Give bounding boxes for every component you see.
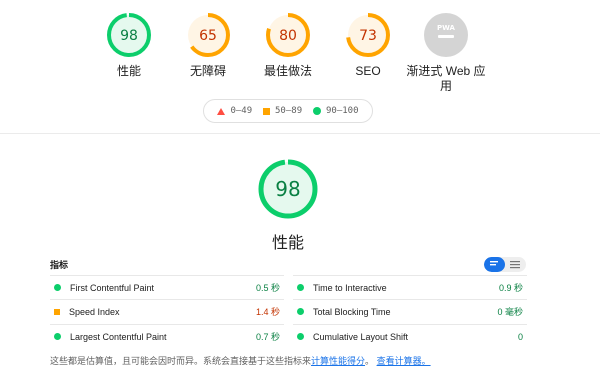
legend-average-range: 50–89 xyxy=(275,106,303,116)
seo-score: 73 xyxy=(359,28,377,44)
pass-dot-icon xyxy=(297,333,304,340)
metrics-header: 指标 xyxy=(50,260,69,270)
metric-tbt: Total Blocking Time 0 毫秒 xyxy=(293,299,527,323)
calc-score-link[interactable]: 计算性能得分 xyxy=(311,356,365,366)
metric-name: Cumulative Layout Shift xyxy=(313,331,409,342)
performance-gauge-ring: 98 xyxy=(107,13,151,57)
pass-dot-icon xyxy=(297,284,304,291)
legend-average: 50–89 xyxy=(263,106,302,116)
metric-name: Total Blocking Time xyxy=(313,306,391,317)
performance-title: 性能 xyxy=(271,235,304,252)
pass-dot-icon xyxy=(54,333,61,340)
fail-triangle-icon xyxy=(217,107,226,115)
gauge-label-pwa: 渐进式 Web 应用 xyxy=(406,64,486,93)
pass-dot-icon xyxy=(297,308,304,315)
performance-big-score: 98 xyxy=(275,177,300,201)
pass-circle-icon xyxy=(313,107,321,115)
performance-big-ring: 98 xyxy=(258,159,318,219)
accessibility-gauge-ring: 65 xyxy=(186,13,230,57)
gauge-label-performance: 性能 xyxy=(116,64,141,78)
footnote-text: 这些都是估算值，且可能会因时而异。系统会直接基于这些指标来 xyxy=(50,356,312,366)
pwa-badge-text: PWA xyxy=(437,24,456,32)
performance-big-gauge: 98 xyxy=(257,158,319,225)
performance-score: 98 xyxy=(120,28,138,44)
gauge-label-best-practices: 最佳做法 xyxy=(263,64,312,78)
pass-dot-icon xyxy=(54,284,61,291)
gauge-label-accessibility: 无障碍 xyxy=(189,64,226,78)
view-calculator-link[interactable]: 查看计算器。 xyxy=(377,356,431,366)
metrics-footnote: 这些都是估算值，且可能会因时而异。系统会直接基于这些指标来计算性能得分。 查看计… xyxy=(50,354,590,367)
metric-speed-index: Speed Index 1.4 秒 xyxy=(50,299,284,323)
legend-pass: 90–100 xyxy=(313,106,359,116)
average-square-icon xyxy=(263,107,271,115)
metric-value: 0 毫秒 xyxy=(497,307,523,317)
metric-name: First Contentful Paint xyxy=(70,282,155,293)
gauge-seo[interactable]: 73 SEO xyxy=(328,12,408,79)
metric-cls: Cumulative Layout Shift 0 xyxy=(293,324,527,348)
table-view-icon[interactable] xyxy=(510,261,520,269)
average-square-icon xyxy=(54,308,60,315)
best-practices-score: 80 xyxy=(279,28,297,44)
accessibility-score: 65 xyxy=(199,28,217,44)
gauge-pwa[interactable]: PWA 渐进式 Web 应用 xyxy=(406,12,486,94)
metric-fcp: First Contentful Paint 0.5 秒 xyxy=(50,275,284,299)
gauge-label-seo: SEO xyxy=(355,64,381,78)
gauge-accessibility[interactable]: 65 无障碍 xyxy=(168,12,248,79)
legend-pass-range: 90–100 xyxy=(326,106,359,116)
metric-name: Speed Index xyxy=(69,306,120,317)
section-divider xyxy=(0,133,600,134)
metric-lcp: Largest Contentful Paint 0.7 秒 xyxy=(50,324,284,348)
gauge-performance[interactable]: 98 性能 xyxy=(89,12,169,79)
legend-fail-range: 0–49 xyxy=(230,106,253,116)
gauge-best-practices[interactable]: 80 最佳做法 xyxy=(248,12,328,79)
metric-value: 0.5 秒 xyxy=(255,283,280,293)
metric-value: 0 xyxy=(517,331,523,342)
score-scale-legend: 0–49 50–89 90–100 xyxy=(203,99,373,123)
metric-name: Time to Interactive xyxy=(313,282,387,293)
pwa-icon: PWA xyxy=(424,13,468,57)
list-view-icon xyxy=(490,261,498,266)
legend-fail: 0–49 xyxy=(217,106,252,116)
metrics-view-toggle[interactable] xyxy=(484,257,526,272)
footnote-sep: 。 xyxy=(365,356,375,366)
seo-gauge-ring: 73 xyxy=(346,13,390,57)
metric-value: 1.4 秒 xyxy=(255,307,280,317)
best-practices-gauge-ring: 80 xyxy=(266,13,310,57)
metric-name: Largest Contentful Paint xyxy=(70,331,167,342)
metric-value: 0.7 秒 xyxy=(255,332,280,342)
metric-value: 0.9 秒 xyxy=(498,283,523,293)
metric-tti: Time to Interactive 0.9 秒 xyxy=(293,275,527,299)
